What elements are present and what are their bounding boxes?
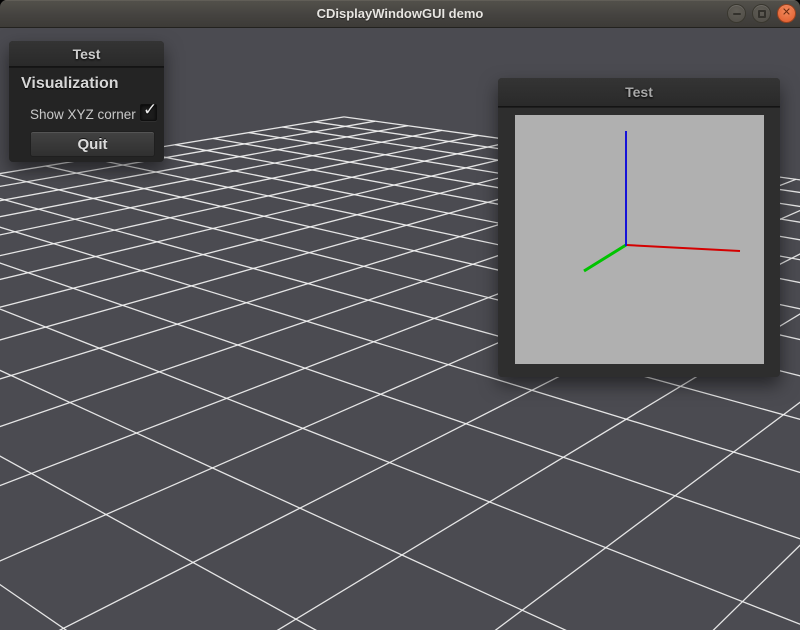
- x-axis-line: [626, 245, 740, 251]
- maximize-button[interactable]: [752, 4, 771, 23]
- minimize-button[interactable]: [727, 4, 746, 23]
- close-button[interactable]: ✕: [777, 4, 796, 23]
- minimize-icon: [733, 13, 741, 15]
- section-label: Visualization: [21, 75, 119, 93]
- control-panel: Test Visualization Show XYZ corner ✓ Qui…: [9, 41, 164, 162]
- show-xyz-checkbox[interactable]: ✓: [140, 104, 157, 121]
- xyz-axes: [515, 115, 764, 364]
- control-panel-header[interactable]: Test: [9, 41, 164, 67]
- checkmark-icon: ✓: [143, 100, 157, 120]
- window-title: CDisplayWindowGUI demo: [317, 6, 484, 21]
- quit-button[interactable]: Quit: [30, 131, 155, 157]
- axes-viewport[interactable]: [515, 115, 764, 364]
- gl-viewport[interactable]: Test Visualization Show XYZ corner ✓ Qui…: [0, 28, 800, 630]
- grid-line: [0, 135, 478, 429]
- test-subwindow: Test: [498, 78, 780, 377]
- y-axis-line: [584, 245, 626, 271]
- checkbox-label: Show XYZ corner: [30, 107, 136, 122]
- subwindow-title: Test: [625, 84, 653, 100]
- control-panel-title: Test: [73, 46, 101, 62]
- maximize-icon: [758, 10, 766, 18]
- close-icon: ✕: [782, 8, 791, 19]
- desktop-background: CDisplayWindowGUI demo ✕ Test Visualiz: [0, 0, 800, 630]
- app-window: CDisplayWindowGUI demo ✕ Test Visualiz: [0, 0, 800, 630]
- subwindow-header[interactable]: Test: [498, 78, 780, 107]
- window-controls: ✕: [727, 4, 796, 23]
- titlebar[interactable]: CDisplayWindowGUI demo ✕: [0, 0, 800, 28]
